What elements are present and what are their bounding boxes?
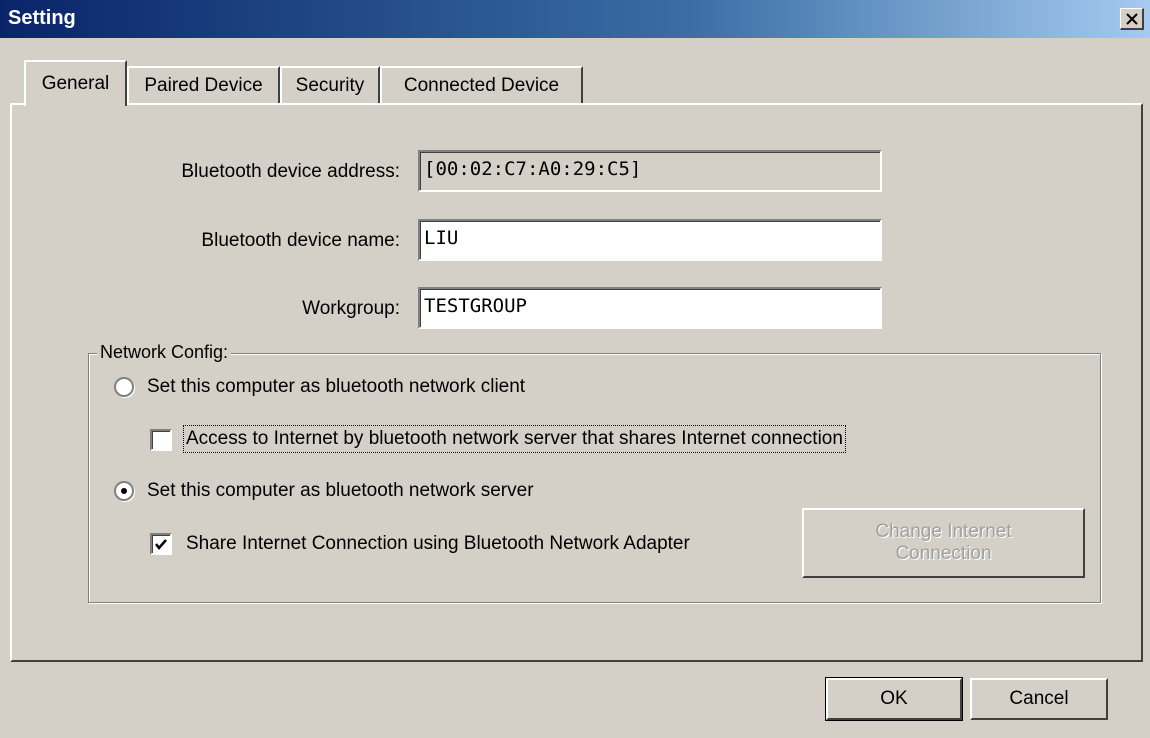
tab-security[interactable]: Security: [280, 66, 380, 104]
cancel-button[interactable]: Cancel: [970, 678, 1108, 720]
tab-label: General: [41, 73, 110, 94]
tab-label: Paired Device: [144, 75, 263, 96]
tab-panel-general: [10, 103, 1143, 662]
tab-label: Security: [295, 75, 365, 96]
title-bar: Setting: [0, 0, 1150, 38]
tab-label: Connected Device: [403, 75, 560, 96]
ok-button[interactable]: OK: [825, 677, 963, 721]
tab-connected-device[interactable]: Connected Device: [380, 66, 583, 104]
tab-paired-device[interactable]: Paired Device: [127, 66, 280, 104]
tab-general[interactable]: General: [24, 60, 127, 106]
window-title: Setting: [8, 7, 76, 29]
close-button[interactable]: [1120, 8, 1144, 30]
close-icon: [1126, 13, 1138, 25]
